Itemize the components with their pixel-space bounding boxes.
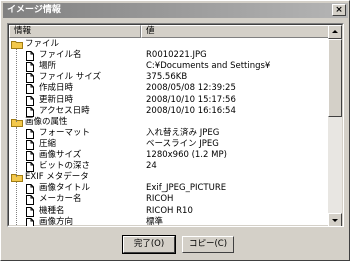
info-list[interactable]: 情報 値 ファイル ファイル名 R0010221.JPG 場所 C:¥Documents…	[7, 23, 344, 227]
tree-guide-line	[16, 49, 17, 122]
item-value: 2008/10/10 15:17:56	[146, 94, 236, 105]
document-icon	[26, 106, 34, 117]
category-label: ファイル	[25, 39, 60, 49]
folder-icon	[11, 118, 23, 127]
close-button[interactable]: ×	[332, 4, 346, 16]
list-item[interactable]: メーカー名 RICOH	[9, 194, 330, 206]
item-name: メーカー名	[39, 194, 82, 205]
item-name: 画像方向	[39, 216, 74, 227]
list-item[interactable]: 場所 C:¥Documents and Settings¥	[9, 61, 330, 73]
item-value: RICOH	[146, 194, 174, 205]
list-item[interactable]: 画像方向 標準	[9, 216, 330, 227]
item-name: 更新日時	[39, 94, 74, 105]
list-item[interactable]: 圧縮 ベースライン JPEG	[9, 139, 330, 150]
item-value: 375.56KB	[146, 72, 188, 83]
window-title: イメージ情報	[7, 5, 61, 15]
document-icon	[26, 62, 34, 73]
scroll-up-button[interactable]	[328, 25, 342, 39]
scrollbar-thumb[interactable]	[328, 39, 342, 117]
column-header-name[interactable]: 情報	[9, 25, 141, 38]
item-name: 機種名	[39, 205, 65, 216]
item-name: 場所	[39, 61, 57, 72]
ok-button[interactable]: 完了(O)	[122, 235, 176, 254]
category-row[interactable]: EXIF メタデータ	[9, 172, 330, 183]
item-value: C:¥Documents and Settings¥	[146, 61, 271, 72]
column-header-value[interactable]: 値	[141, 25, 330, 38]
list-item[interactable]: アクセス日時 2008/10/10 16:16:54	[9, 106, 330, 117]
item-value: 2008/05/08 12:39:25	[146, 83, 236, 94]
document-icon	[26, 206, 34, 217]
category-row[interactable]: ファイル	[9, 39, 330, 50]
item-name: ファイル サイズ	[39, 72, 101, 83]
item-name: 作成日時	[39, 83, 74, 94]
item-value: 標準	[146, 216, 164, 227]
folder-icon	[11, 173, 23, 183]
document-icon	[26, 217, 34, 226]
list-item[interactable]: 機種名 RICOH R10	[9, 206, 330, 217]
folder-icon	[11, 40, 23, 49]
item-name: ビットの深さ	[39, 161, 91, 172]
tree-guide-line	[16, 182, 17, 226]
list-item[interactable]: 更新日時 2008/10/10 15:17:56	[9, 95, 330, 106]
document-icon	[26, 73, 34, 84]
document-icon	[26, 51, 34, 62]
item-value: 1280x960 (1.2 MP)	[146, 150, 227, 160]
list-header: 情報 値	[9, 25, 330, 38]
arrow-up-icon	[332, 30, 338, 33]
item-value: RICOH R10	[146, 205, 193, 216]
list-rows: ファイル ファイル名 R0010221.JPG 場所 C:¥Documents and …	[9, 39, 330, 227]
arrow-down-icon	[332, 219, 338, 222]
item-name: アクセス日時	[39, 105, 90, 116]
document-icon	[26, 184, 34, 195]
category-label: 画像の属性	[25, 116, 68, 127]
image-info-dialog: イメージ情報 × 情報 値 ファイル ファイル名 R0010221.JPG 場所 C:¥…	[0, 0, 350, 261]
scroll-down-button[interactable]	[328, 213, 342, 226]
item-value: ベースライン JPEG	[146, 138, 219, 149]
list-item[interactable]: 画像サイズ 1280x960 (1.2 MP)	[9, 150, 330, 161]
category-label: EXIF メタデータ	[25, 172, 89, 183]
document-icon	[26, 128, 34, 139]
vertical-scrollbar[interactable]	[328, 25, 342, 226]
document-icon	[26, 162, 34, 173]
document-icon	[26, 151, 34, 161]
item-name: 画像サイズ	[39, 150, 82, 160]
list-item[interactable]: 作成日時 2008/05/08 12:39:25	[9, 83, 330, 95]
copy-button[interactable]: コピー(C)	[182, 236, 234, 253]
list-item[interactable]: フォーマット 入れ替え済み JPEG	[9, 128, 330, 139]
document-icon	[26, 195, 34, 206]
list-item[interactable]: ファイル サイズ 375.56KB	[9, 72, 330, 84]
category-row[interactable]: 画像の属性	[9, 117, 330, 128]
list-item[interactable]: 画像タイトル Exif_JPEG_PICTURE	[9, 183, 330, 195]
item-name: ファイル名	[39, 50, 82, 61]
document-icon	[26, 95, 34, 106]
document-icon	[26, 84, 34, 95]
tree-guide-line	[16, 126, 17, 178]
item-name: 画像タイトル	[39, 183, 91, 194]
item-value: 2008/10/10 16:16:54	[146, 105, 236, 116]
item-value: Exif_JPEG_PICTURE	[146, 183, 227, 194]
title-bar[interactable]: イメージ情報 ×	[3, 3, 348, 18]
item-value: 24	[146, 161, 157, 172]
info-list-frame: 情報 値 ファイル ファイル名 R0010221.JPG 場所 C:¥Documents…	[8, 24, 343, 226]
list-item[interactable]: ビットの深さ 24	[9, 161, 330, 173]
item-value: 入れ替え済み JPEG	[146, 127, 220, 138]
document-icon	[26, 139, 34, 150]
item-value: R0010221.JPG	[146, 50, 207, 61]
item-name: フォーマット	[39, 127, 91, 138]
list-item[interactable]: ファイル名 R0010221.JPG	[9, 50, 330, 62]
item-name: 圧縮	[39, 138, 57, 149]
